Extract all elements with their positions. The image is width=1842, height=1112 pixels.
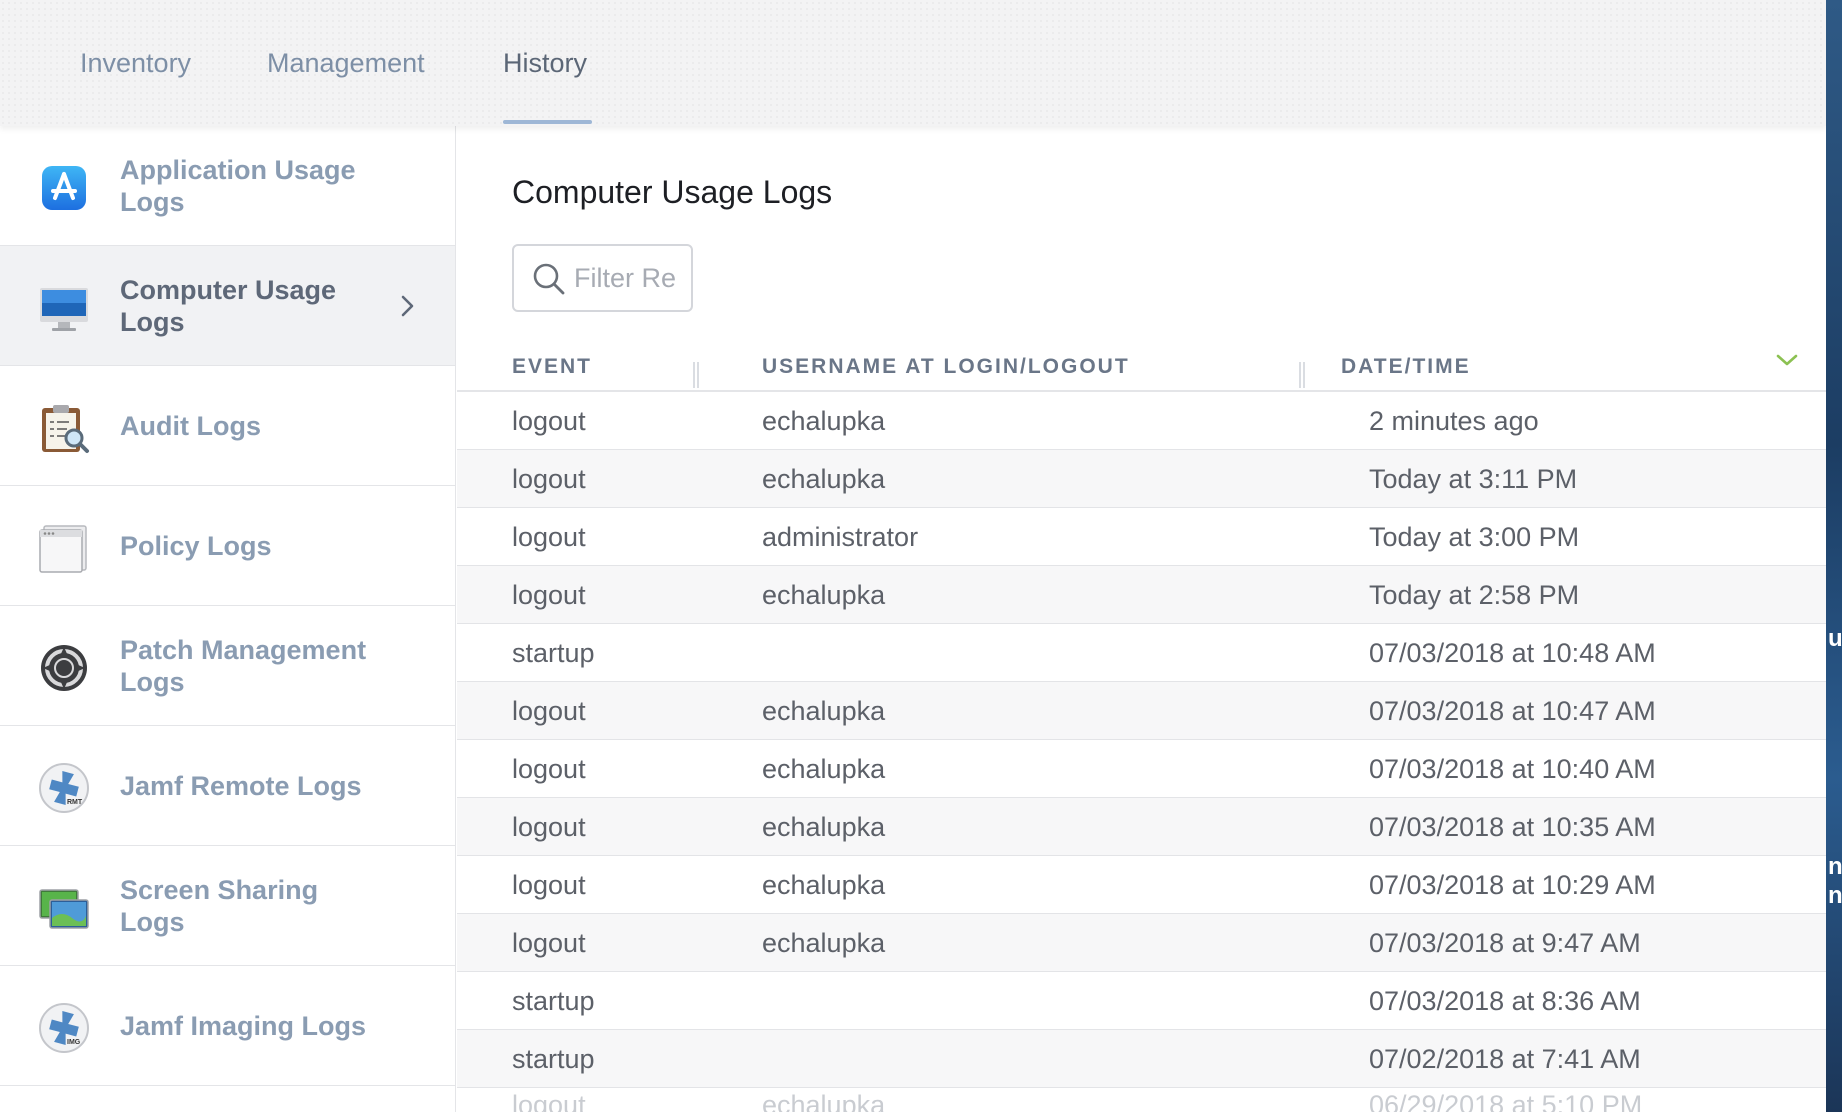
top-tab-bar: Inventory Management History — [0, 0, 1826, 126]
jamf-remote-icon: RMT — [38, 762, 90, 814]
edge-text-fragment: ua — [1828, 625, 1842, 652]
table-row[interactable]: logout echalupka Today at 2:58 PM — [457, 566, 1826, 624]
datetime-cell: 07/03/2018 at 10:35 AM — [1369, 812, 1656, 842]
main-content: Computer Usage Logs EVENT USERNAME AT LO… — [457, 126, 1826, 1112]
event-cell: logout — [512, 1090, 586, 1112]
sidebar-item-label: Jamf Imaging Logs — [120, 1011, 367, 1041]
datetime-cell: 06/29/2018 at 5:10 PM — [1369, 1090, 1643, 1112]
username-cell: echalupka — [762, 928, 886, 958]
event-cell: logout — [512, 580, 586, 610]
active-tab-indicator — [503, 120, 592, 124]
event-cell: logout — [512, 812, 586, 842]
sidebar-item-patch-management-logs[interactable]: Patch Management Logs — [0, 606, 455, 726]
sidebar-item-label: Patch Management Logs — [120, 635, 367, 697]
sidebar-item-label: Jamf Remote Logs — [120, 771, 362, 801]
svg-text:IMG: IMG — [67, 1039, 81, 1046]
filter-input[interactable] — [574, 260, 684, 296]
table-row[interactable]: logout echalupka 2 minutes ago — [457, 392, 1826, 450]
table-row[interactable]: logout echalupka 06/29/2018 at 5:10 PM — [457, 1088, 1826, 1112]
table-row[interactable]: logout echalupka 07/03/2018 at 10:29 AM — [457, 856, 1826, 914]
event-cell: logout — [512, 870, 586, 900]
sidebar-item-label: Application Usage Logs — [120, 155, 356, 217]
column-header-datetime[interactable]: DATE/TIME — [1341, 355, 1471, 379]
column-header-username[interactable]: USERNAME AT LOGIN/LOGOUT — [762, 355, 1130, 379]
search-icon — [533, 263, 565, 295]
sidebar-item-application-usage-logs[interactable]: Application Usage Logs — [0, 126, 455, 246]
clipboard-magnifier-icon — [38, 402, 90, 454]
column-header-event[interactable]: EVENT — [512, 355, 592, 379]
event-cell: logout — [512, 696, 586, 726]
imac-icon — [38, 282, 90, 334]
svg-text:RMT: RMT — [67, 799, 83, 806]
tab-inventory[interactable]: Inventory — [80, 48, 191, 79]
sidebar-item-policy-logs[interactable]: Policy Logs — [0, 486, 455, 606]
page-title: Computer Usage Logs — [512, 174, 833, 210]
event-cell: logout — [512, 522, 586, 552]
tab-management[interactable]: Management — [267, 48, 425, 79]
datetime-cell: 07/03/2018 at 10:47 AM — [1369, 696, 1656, 726]
column-resize-handle[interactable] — [691, 362, 701, 388]
datetime-cell: 07/03/2018 at 8:36 AM — [1369, 986, 1641, 1016]
app-store-icon — [38, 162, 90, 214]
datetime-cell: 07/03/2018 at 10:29 AM — [1369, 870, 1656, 900]
event-cell: logout — [512, 406, 586, 436]
sidebar-item-screen-sharing-logs[interactable]: Screen Sharing Logs — [0, 846, 455, 966]
username-cell: echalupka — [762, 406, 886, 436]
sidebar-item-jamf-remote-logs[interactable]: RMT Jamf Remote Logs — [0, 726, 455, 846]
patch-gear-icon — [38, 642, 90, 694]
table-row[interactable]: startup 07/03/2018 at 8:36 AM — [457, 972, 1826, 1030]
datetime-cell: 2 minutes ago — [1369, 406, 1539, 436]
sidebar: Application Usage Logs Computer Usage Lo… — [0, 126, 456, 1112]
datetime-cell: 07/03/2018 at 10:48 AM — [1369, 638, 1656, 668]
username-cell: echalupka — [762, 580, 886, 610]
table-row[interactable]: logout administrator Today at 3:00 PM — [457, 508, 1826, 566]
column-resize-handle[interactable] — [1297, 362, 1307, 388]
sidebar-item-label: Audit Logs — [120, 411, 261, 441]
table-row[interactable]: logout echalupka 07/03/2018 at 9:47 AM — [457, 914, 1826, 972]
event-cell: logout — [512, 754, 586, 784]
username-cell: echalupka — [762, 1090, 886, 1112]
table-row[interactable]: logout echalupka 07/03/2018 at 10:47 AM — [457, 682, 1826, 740]
table-row[interactable]: startup 07/03/2018 at 10:48 AM — [457, 624, 1826, 682]
event-cell: logout — [512, 928, 586, 958]
window-icon — [38, 522, 90, 574]
username-cell: echalupka — [762, 870, 886, 900]
datetime-cell: Today at 2:58 PM — [1369, 580, 1580, 610]
username-cell: echalupka — [762, 464, 886, 494]
sidebar-item-label: Policy Logs — [120, 531, 272, 561]
background-window-edge: ua n n — [1826, 0, 1842, 1112]
jamf-imaging-icon: IMG — [38, 1002, 90, 1054]
event-cell: startup — [512, 986, 595, 1016]
table-row[interactable]: logout echalupka 07/03/2018 at 10:40 AM — [457, 740, 1826, 798]
event-cell: startup — [512, 638, 595, 668]
datetime-cell: Today at 3:11 PM — [1369, 464, 1578, 494]
screen-sharing-icon — [38, 882, 90, 934]
sidebar-item-jamf-imaging-logs[interactable]: IMG Jamf Imaging Logs — [0, 966, 455, 1086]
datetime-cell: 07/03/2018 at 10:40 AM — [1369, 754, 1656, 784]
event-cell: logout — [512, 464, 586, 494]
edge-text-fragment: n — [1828, 882, 1842, 909]
tab-history[interactable]: History — [503, 48, 587, 79]
table-row[interactable]: logout echalupka Today at 3:11 PM — [457, 450, 1826, 508]
edge-text-fragment: n — [1828, 853, 1842, 880]
sidebar-item-audit-logs[interactable]: Audit Logs — [0, 366, 455, 486]
username-cell: echalupka — [762, 812, 886, 842]
sidebar-item-label: Computer Usage Logs — [120, 275, 337, 337]
sidebar-item-computer-usage-logs[interactable]: Computer Usage Logs — [0, 246, 455, 366]
filter-field[interactable] — [512, 244, 693, 312]
datetime-cell: Today at 3:00 PM — [1369, 522, 1580, 552]
chevron-right-icon — [400, 292, 416, 320]
username-cell: echalupka — [762, 754, 886, 784]
username-cell: echalupka — [762, 696, 886, 726]
username-cell: administrator — [762, 522, 919, 552]
log-table-body: logout echalupka 2 minutes ago logout ec… — [457, 392, 1826, 1112]
sort-descending-chevron-icon[interactable] — [1775, 352, 1799, 373]
sidebar-item-label: Screen Sharing Logs — [120, 875, 319, 937]
datetime-cell: 07/03/2018 at 9:47 AM — [1369, 928, 1641, 958]
table-row[interactable]: logout echalupka 07/03/2018 at 10:35 AM — [457, 798, 1826, 856]
